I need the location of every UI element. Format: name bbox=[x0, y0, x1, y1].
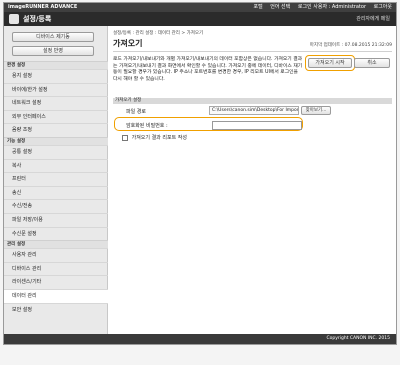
sidebar-item-store[interactable]: 파일 저장/이용 bbox=[4, 212, 108, 227]
brand-label: imageRUNNER ADVANCE bbox=[8, 4, 78, 10]
logout-link[interactable]: 로그아웃 bbox=[374, 4, 392, 10]
language-link[interactable]: 언어 선택 bbox=[270, 4, 290, 10]
device-restart-button[interactable]: 디바이스 제기동 bbox=[12, 32, 94, 42]
sidebar-nav: 환경 설정 용지 설정 바이에/한가 설정 네트워크 설정 외부 인터페이스 음… bbox=[4, 61, 108, 316]
password-label: 암호화된 비밀번호 : bbox=[126, 123, 168, 129]
nav-heading-management: 관리 설정 bbox=[4, 240, 108, 249]
sidebar-item-send[interactable]: 송신 bbox=[4, 185, 108, 200]
file-path-field[interactable]: C:\Users\canon.sim\Desktop\For Import\fl bbox=[209, 106, 299, 115]
top-links: 포털 언어 선택 로그인 사용자 : Administrator 로그아웃 bbox=[247, 3, 392, 12]
nav-heading-function: 기능 설정 bbox=[4, 136, 108, 145]
sidebar: 디바이스 제기동 설정 반영 환경 설정 용지 설정 바이에/한가 설정 네트워… bbox=[4, 26, 108, 334]
sidebar-item-receive[interactable]: 수신/전송 bbox=[4, 199, 108, 213]
settings-icon bbox=[9, 14, 19, 24]
sidebar-item-copy[interactable]: 복사 bbox=[4, 158, 108, 173]
sidebar-item-license[interactable]: 라이센스/기타 bbox=[4, 275, 108, 289]
sidebar-item-security[interactable]: 보안 설정 bbox=[4, 302, 108, 317]
main-content: 설정/등록 : 관리 설정 : 데이터 관리 > 가져오기 가져오기 마지막 업… bbox=[110, 26, 396, 334]
portal-link[interactable]: 포털 bbox=[253, 4, 262, 10]
page-header-title: 설정/등록 bbox=[23, 15, 52, 23]
sidebar-item-paper[interactable]: 용지 설정 bbox=[4, 69, 108, 83]
last-updated: 마지막 업데이트 : 07.08.2015 21:32:09 bbox=[309, 43, 392, 48]
report-checkbox-row[interactable]: 가져오기 결과 리포트 작성 bbox=[122, 134, 187, 141]
cancel-button[interactable]: 취소 bbox=[354, 58, 390, 68]
description-text: 로드 가져오기/내보내기와 개별 가져오기/내보내기의 데이터 포함상은 없습니… bbox=[113, 57, 303, 82]
top-bar: imageRUNNER ADVANCE 포털 언어 선택 로그인 사용자 : A… bbox=[4, 3, 396, 12]
app-window: imageRUNNER ADVANCE 포털 언어 선택 로그인 사용자 : A… bbox=[3, 2, 397, 345]
title-divider bbox=[113, 51, 392, 52]
sidebar-item-destination[interactable]: 수신문 설정 bbox=[4, 226, 108, 241]
sidebar-item-user-mgmt[interactable]: 사용자 관리 bbox=[4, 248, 108, 262]
sidebar-item-display[interactable]: 바이에/한가 설정 bbox=[4, 82, 108, 97]
page-title: 가져오기 bbox=[113, 39, 143, 48]
sidebar-item-interface[interactable]: 외부 인터페이스 bbox=[4, 109, 108, 124]
import-settings-header: 가져오기 설정 bbox=[113, 98, 392, 104]
sidebar-item-data-mgmt[interactable]: 데이터 관리 bbox=[4, 288, 108, 303]
mail-admin-link[interactable]: 관리자에게 메일 bbox=[356, 15, 390, 23]
browse-button[interactable]: 찾아보기... bbox=[301, 106, 331, 115]
apply-settings-button[interactable]: 설정 반영 bbox=[12, 46, 94, 56]
header-bar: 설정/등록 관리자에게 메일 bbox=[4, 12, 396, 26]
sidebar-item-printer[interactable]: 프린터 bbox=[4, 172, 108, 186]
breadcrumb: 설정/등록 : 관리 설정 : 데이터 관리 > 가져오기 bbox=[113, 31, 204, 36]
report-checkbox-label: 가져오기 결과 리포트 작성 bbox=[131, 135, 187, 141]
password-input[interactable] bbox=[212, 121, 302, 130]
nav-heading-environment: 환경 설정 bbox=[4, 61, 108, 69]
sidebar-item-common[interactable]: 공통 설정 bbox=[4, 144, 108, 159]
login-user-label: 로그인 사용자 : Administrator bbox=[297, 4, 366, 10]
password-row: 암호화된 비밀번호 : bbox=[113, 120, 392, 131]
sidebar-item-network[interactable]: 네트워크 설정 bbox=[4, 96, 108, 110]
file-path-row: 파일 경로 C:\Users\canon.sim\Desktop\For Imp… bbox=[113, 106, 392, 117]
sidebar-item-device-mgmt[interactable]: 디바이스 관리 bbox=[4, 261, 108, 276]
sidebar-item-volume[interactable]: 음량 조정 bbox=[4, 123, 108, 137]
copyright: Copyright CANON INC. 2015 bbox=[326, 336, 391, 341]
footer: Copyright CANON INC. 2015 bbox=[4, 334, 396, 344]
file-path-label: 파일 경로 bbox=[126, 109, 146, 115]
report-checkbox[interactable] bbox=[122, 134, 128, 141]
start-import-button[interactable]: 가져오기 시작 bbox=[308, 58, 352, 68]
